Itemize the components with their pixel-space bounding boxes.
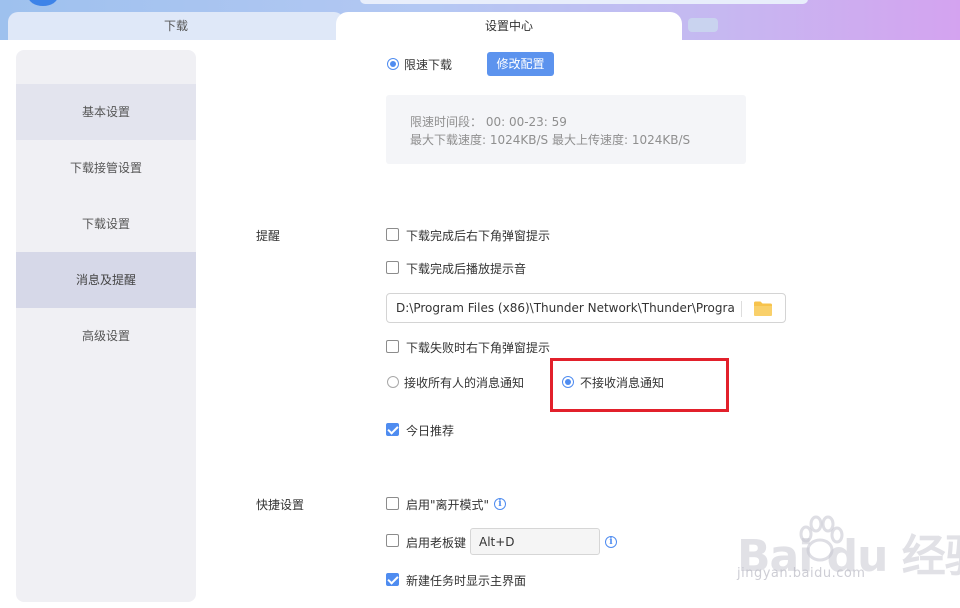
folder-icon[interactable] — [753, 300, 773, 317]
watermark-url: jingyan.baidu.com — [737, 566, 866, 581]
receive-all-label: 接收所有人的消息通知 — [404, 376, 525, 390]
sound-path-field[interactable]: D:\Program Files (x86)\Thunder Network\T… — [386, 293, 786, 323]
speed-limit-radio[interactable] — [387, 58, 399, 70]
show-main-on-new-label: 新建任务时显示主界面 — [406, 574, 527, 588]
away-mode-info-icon[interactable]: i — [494, 498, 506, 510]
popup-on-fail-checkbox[interactable] — [386, 340, 399, 353]
boss-key-input[interactable]: Alt+D — [470, 528, 600, 555]
sound-path-value: D:\Program Files (x86)\Thunder Network\T… — [396, 301, 734, 315]
popup-on-complete-checkbox[interactable] — [386, 228, 399, 241]
reminder-section-label: 提醒 — [256, 229, 281, 243]
speed-limit-label: 限速下载 — [404, 58, 453, 72]
settings-content: 限速下载 修改配置 限速时间段： 00: 00-23: 59 最大下载速度: 1… — [0, 40, 960, 608]
away-mode-label: 启用"离开模式" — [406, 498, 490, 512]
popup-on-complete-label: 下载完成后右下角弹窗提示 — [406, 229, 551, 243]
sound-on-complete-label: 下载完成后播放提示音 — [406, 262, 527, 276]
tab-download[interactable]: 下载 — [8, 12, 344, 42]
daily-recommend-label: 今日推荐 — [406, 424, 455, 438]
speed-limit-info: 限速时间段： 00: 00-23: 59 最大下载速度: 1024KB/S 最大… — [386, 95, 746, 164]
tab-settings[interactable]: 设置中心 — [336, 12, 682, 42]
top-search-bar[interactable] — [360, 0, 808, 4]
popup-on-fail-label: 下载失败时右下角弹窗提示 — [406, 341, 551, 355]
modify-config-button[interactable]: 修改配置 — [487, 52, 554, 76]
show-main-on-new-checkbox[interactable] — [386, 573, 399, 586]
boss-key-value: Alt+D — [479, 535, 515, 549]
daily-recommend-checkbox[interactable] — [386, 423, 399, 436]
away-mode-checkbox[interactable] — [386, 497, 399, 510]
settings-panel: 基本设置 下载接管设置 下载设置 消息及提醒 高级设置 限速下载 修改配置 限速… — [0, 40, 960, 608]
boss-key-checkbox[interactable] — [386, 534, 399, 547]
shortcut-section-label: 快捷设置 — [256, 498, 305, 512]
new-tab-button[interactable] — [688, 18, 718, 32]
highlight-box — [550, 358, 729, 412]
speed-limit-time: 限速时间段： 00: 00-23: 59 — [410, 115, 567, 129]
boss-key-label: 启用老板键 — [406, 536, 467, 550]
boss-key-info-icon[interactable]: i — [605, 536, 617, 548]
app-logo — [28, 0, 58, 6]
path-divider — [741, 301, 742, 317]
sound-on-complete-checkbox[interactable] — [386, 261, 399, 274]
receive-all-radio[interactable] — [387, 376, 399, 388]
speed-limit-speeds: 最大下载速度: 1024KB/S 最大上传速度: 1024KB/S — [410, 133, 691, 147]
